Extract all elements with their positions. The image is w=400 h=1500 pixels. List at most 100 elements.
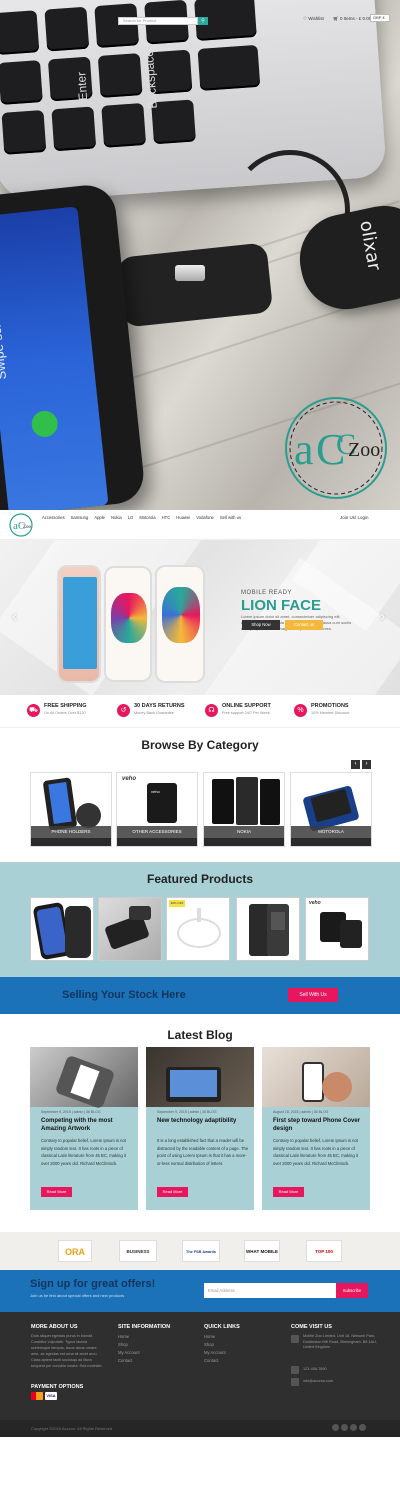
featured-title: Featured Products	[146, 872, 254, 886]
sell-with-us-button[interactable]: Sell With Us	[288, 988, 338, 1002]
contact-us-button[interactable]: Contact us	[285, 620, 323, 630]
slide-subheading: MOBILE READY	[241, 590, 293, 596]
blog-excerpt: It is a long established fact that a rea…	[157, 1138, 249, 1166]
blog-image[interactable]	[262, 1047, 370, 1107]
twitter-icon[interactable]	[341, 1424, 348, 1431]
blog-title: Latest Blog	[167, 1028, 233, 1042]
category-bar	[291, 838, 371, 846]
page: Backspace Enter olixar Swipe screen to u…	[0, 0, 400, 1500]
blog-heading[interactable]: New technology adaptibility	[157, 1117, 249, 1125]
email-icon	[291, 1378, 299, 1386]
blog-card: September 9, 2015 | admin | 36 BLOG Comp…	[30, 1047, 138, 1210]
selling-banner	[0, 977, 400, 1014]
footer-link-contact[interactable]: Contact	[118, 1358, 132, 1363]
facebook-icon[interactable]	[332, 1424, 339, 1431]
subscribe-button[interactable]: Subscribe	[336, 1283, 368, 1298]
svg-text:Zoo: Zoo	[348, 439, 380, 461]
category-next-arrow[interactable]: ›	[362, 760, 371, 769]
nav-item-lg[interactable]: LG	[125, 515, 137, 520]
product-card[interactable]: 20% OFF	[166, 897, 230, 961]
blog-image[interactable]	[146, 1047, 254, 1107]
categories-title: Browse By Category	[141, 738, 259, 752]
blog-image[interactable]	[30, 1047, 138, 1110]
footer-quick-shop[interactable]: Shop	[204, 1342, 214, 1347]
blog-card: September 9, 2015 | admin | 36 BLOG New …	[146, 1047, 254, 1210]
search-icon: ⚲	[201, 18, 205, 24]
category-label: PHONE HOLDERS	[31, 826, 111, 838]
nav-item-samsung[interactable]: Samsung	[68, 515, 92, 520]
footer-link-account[interactable]: My Account	[118, 1350, 140, 1355]
nav-item-nokia[interactable]: Nokia	[108, 515, 125, 520]
category-prev-arrow[interactable]: ‹	[351, 760, 360, 769]
currency-select[interactable]: GBP £	[370, 14, 390, 22]
nav-item-htc[interactable]: HTC	[159, 515, 174, 520]
footer-quick-title: QUICK LINKS	[204, 1324, 240, 1330]
nav-item-motorola[interactable]: Motorola	[136, 515, 158, 520]
blog-meta: September 9, 2015 | admin | 36 BLOG	[157, 1110, 217, 1114]
site-logo[interactable]: aC Zoo	[8, 512, 34, 538]
partner-logo-business: BUSINESS	[119, 1240, 157, 1262]
category-label: MOTOROLA	[291, 826, 371, 838]
feature-sub: Money Back Guarantee	[134, 711, 174, 715]
read-more-button[interactable]: Read More	[273, 1187, 304, 1197]
account-link[interactable]: Join Us/ Login	[340, 515, 369, 520]
google-plus-icon[interactable]	[350, 1424, 357, 1431]
category-card-phone-holders[interactable]: PHONE HOLDERS	[30, 772, 112, 847]
footer-quick-account[interactable]: My Account	[204, 1350, 226, 1355]
partner-logo-ora: ORA	[58, 1240, 92, 1262]
phone-screen: Swipe screen to unlock	[0, 206, 109, 510]
slider-prev-arrow[interactable]: ‹	[12, 608, 17, 626]
read-more-button[interactable]: Read More	[41, 1187, 72, 1197]
footer-about-text: Duis aliquet egestas purus in blandit. C…	[31, 1334, 103, 1368]
visa-icon: VISA	[45, 1392, 57, 1400]
footer-address: Mobile Zoo Limited, Unit 18, Network Par…	[303, 1334, 377, 1349]
category-label: NOKIA	[204, 826, 284, 838]
product-card[interactable]: veho	[305, 897, 369, 961]
shop-now-button[interactable]: Shop Now	[242, 620, 280, 630]
wishlist-link[interactable]: ♡ Wishlist	[303, 16, 324, 22]
footer-quick-contact[interactable]: Contact	[204, 1358, 218, 1363]
email-field[interactable]: Email Address	[204, 1283, 336, 1298]
blog-heading[interactable]: Competing with the most Amazing Artwork	[41, 1117, 133, 1133]
partner-logo-top-100: TOP 100	[306, 1240, 342, 1262]
lightning-plug	[175, 265, 205, 281]
nav-item-vodafone[interactable]: Vodafone	[193, 515, 217, 520]
phone-lock-text: Swipe screen to unlock	[0, 246, 10, 381]
footer-email[interactable]: info@acczoo.com	[303, 1379, 383, 1385]
nav-item-huawei[interactable]: Huawei	[173, 515, 193, 520]
search-button[interactable]: ⚲	[198, 17, 208, 25]
wishlist-label: Wishlist	[308, 16, 324, 21]
truck-icon: ⛟	[27, 704, 40, 717]
feature-title: 30 DAYS RETURNS	[134, 703, 185, 709]
site-footer	[0, 1312, 400, 1437]
category-card-other-accessories[interactable]: veho veho OTHER ACCESSORIES	[116, 772, 198, 847]
nav-item-sell-with-us[interactable]: Sell with us	[217, 515, 244, 520]
footer-link-home[interactable]: Home	[118, 1334, 129, 1339]
footer-about-title: MORE ABOUT US	[31, 1324, 78, 1330]
footer-phone: 123-456-7890	[303, 1367, 327, 1371]
product-card[interactable]	[236, 897, 300, 961]
location-icon	[291, 1335, 299, 1343]
return-icon: ↺	[117, 704, 130, 717]
partner-logo-fsb: The FSB Awards	[182, 1240, 220, 1262]
signup-subtitle: Join us be first about special offers an…	[30, 1293, 125, 1298]
slider-next-arrow[interactable]: ›	[380, 608, 385, 626]
footer-link-shop[interactable]: Shop	[118, 1342, 128, 1347]
category-card-nokia[interactable]: NOKIA	[203, 772, 285, 847]
nav-item-apple[interactable]: Apple	[91, 515, 108, 520]
footer-quick-home[interactable]: Home	[204, 1334, 215, 1339]
category-card-motorola[interactable]: MOTOROLA	[290, 772, 372, 847]
blog-card: August 18, 2015 | admin | 36 BLOG First …	[262, 1047, 370, 1210]
feature-sub: Free support 24/7 Per Week	[222, 711, 270, 715]
instagram-icon[interactable]	[359, 1424, 366, 1431]
cart-link[interactable]: 🛒︎ 0 Items - £ 0.00	[333, 16, 371, 22]
read-more-button[interactable]: Read More	[157, 1187, 188, 1197]
search-input[interactable]: Search for Product	[118, 17, 198, 25]
category-bar	[31, 838, 111, 846]
product-card[interactable]	[98, 897, 162, 961]
hero-image: Backspace Enter olixar Swipe screen to u…	[0, 0, 400, 510]
blog-heading[interactable]: First step toward Phone Cover design	[273, 1117, 365, 1133]
nav-item-accessories[interactable]: Accessories	[39, 515, 68, 520]
feature-sub: On All Orders Over $120	[44, 711, 86, 715]
product-card[interactable]	[30, 897, 94, 961]
